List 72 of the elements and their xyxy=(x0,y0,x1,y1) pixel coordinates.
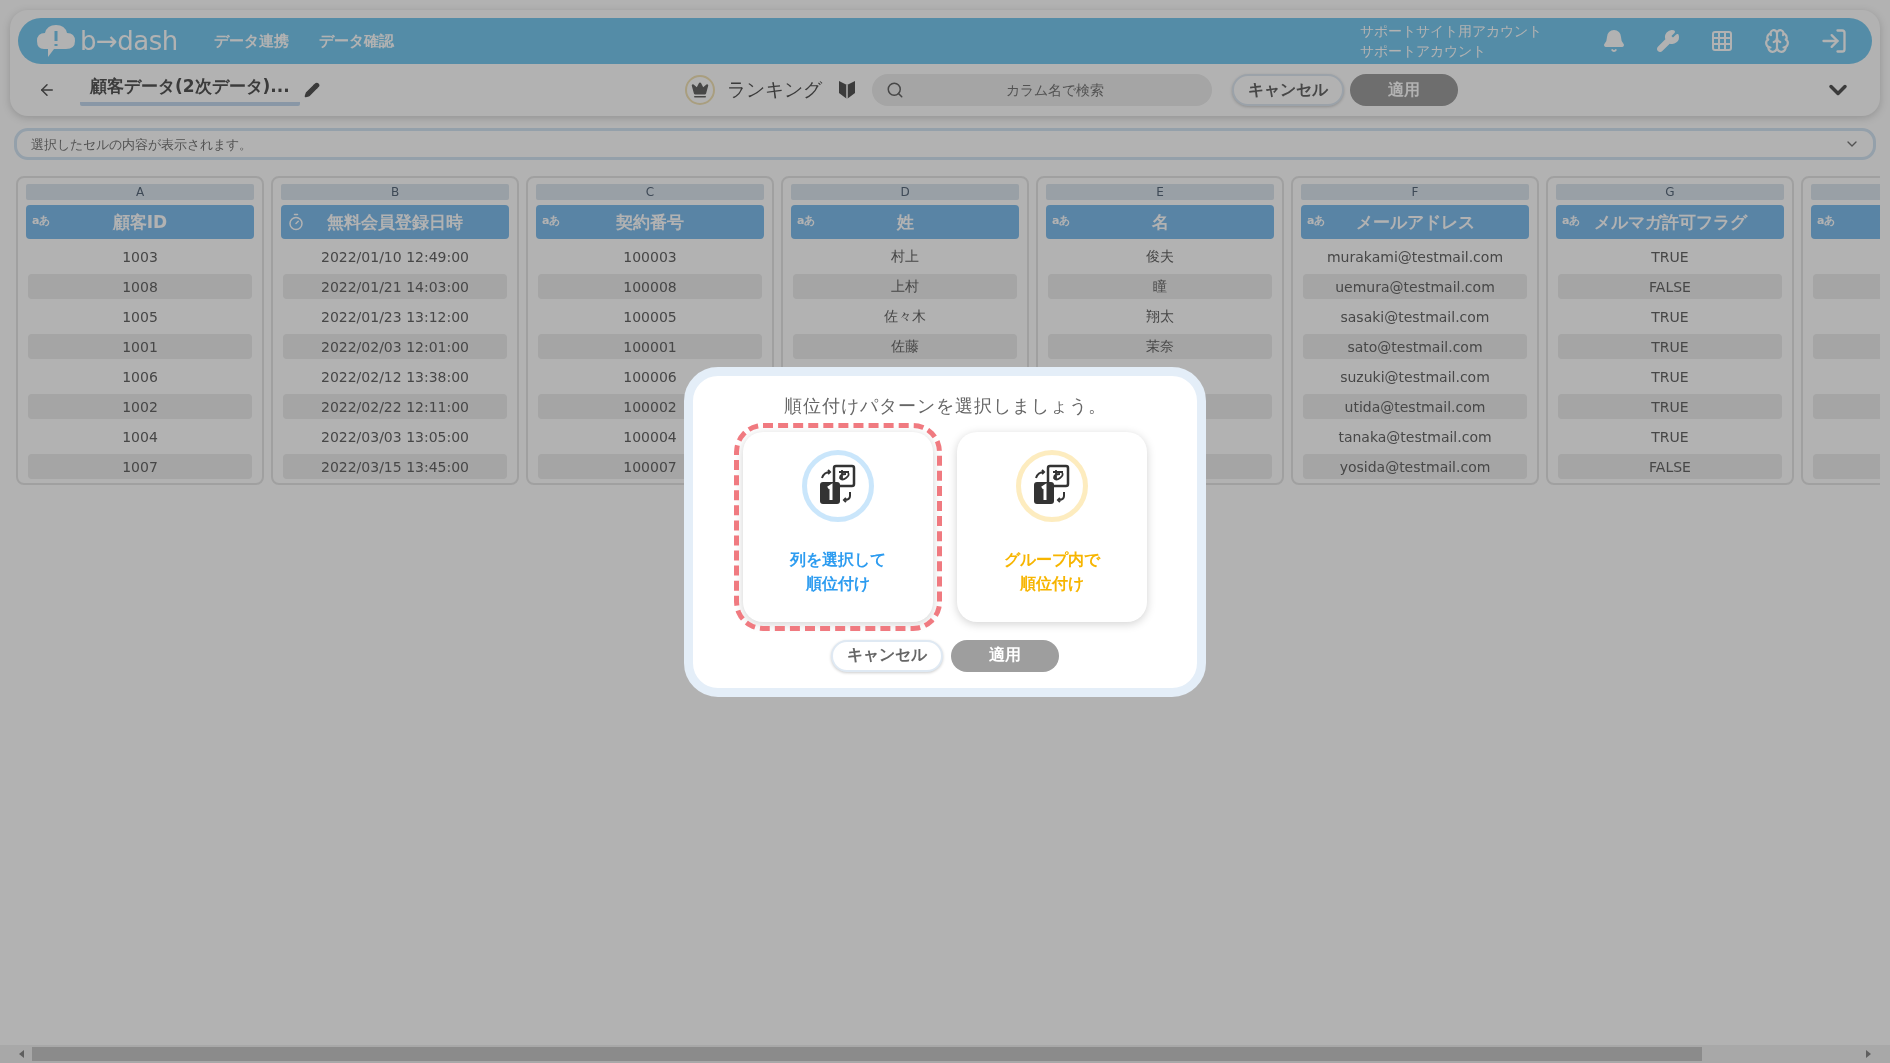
table-cell[interactable]: yosida@testmail.com xyxy=(1303,454,1527,479)
table-cell[interactable]: TRUE xyxy=(1558,424,1782,449)
type-label: aあ xyxy=(542,213,561,228)
table-cell[interactable]: 瞳 xyxy=(1048,274,1272,299)
option-label: 順位付け xyxy=(1020,572,1084,595)
table-cell[interactable]: suzuki@testmail.com xyxy=(1303,364,1527,389)
table-cell[interactable]: 村上 xyxy=(793,244,1017,269)
table-cell[interactable]: 1006 xyxy=(28,364,252,389)
table-cell[interactable]: 1002 xyxy=(28,394,252,419)
table-cell[interactable]: tanaka@testmail.com xyxy=(1303,424,1527,449)
table-cell[interactable]: 2022/02/22 12:11:00 xyxy=(283,394,507,419)
type-label: aあ xyxy=(32,213,51,228)
column-letter[interactable]: A xyxy=(26,184,254,200)
table-cell[interactable]: 100001 xyxy=(538,334,762,359)
table-cell[interactable]: 100008 xyxy=(538,274,762,299)
option-label: グループ内で xyxy=(1004,548,1100,571)
option-label: 列を選択して xyxy=(790,548,886,571)
table-cell[interactable]: utida@testmail.com xyxy=(1303,394,1527,419)
dialog-title: 順位付けパターンを選択しましょう。 xyxy=(783,393,1107,418)
type-label: aあ xyxy=(1307,213,1326,228)
option-label: 順位付け xyxy=(806,572,870,595)
type-label: aあ xyxy=(1052,213,1071,228)
account-name: サポートサイト用アカウント xyxy=(1360,22,1542,41)
table-cell[interactable]: 1003 xyxy=(28,244,252,269)
table-cell[interactable]: 1008 xyxy=(28,274,252,299)
column-letter[interactable]: G xyxy=(1556,184,1784,200)
table-cell[interactable]: 100005 xyxy=(538,304,762,329)
column-letter[interactable]: F xyxy=(1301,184,1529,200)
table-cell[interactable]: 1007 xyxy=(28,454,252,479)
account-name: サポートアカウント xyxy=(1360,42,1487,61)
table-cell[interactable]: 俊夫 xyxy=(1048,244,1272,269)
table-cell[interactable]: 佐藤 xyxy=(793,334,1017,359)
table-cell[interactable]: TRUE xyxy=(1558,394,1782,419)
table-cell[interactable]: 1004 xyxy=(28,424,252,449)
table-cell[interactable]: 2022/01/10 12:49:00 xyxy=(283,244,507,269)
column-letter[interactable]: E xyxy=(1046,184,1274,200)
mode-label: ランキング xyxy=(727,77,823,102)
table-cell[interactable]: FALSE xyxy=(1558,454,1782,479)
table-cell[interactable]: uemura@testmail.com xyxy=(1303,274,1527,299)
table-cell[interactable]: 1005 xyxy=(28,304,252,329)
table-cell[interactable]: TRUE xyxy=(1558,364,1782,389)
search-field[interactable]: カラム名で検索 xyxy=(872,74,1213,106)
dataset-title[interactable]: 顧客データ(2次データ)... xyxy=(80,74,300,106)
table-cell[interactable]: 2022/03/15 13:45:00 xyxy=(283,454,507,479)
column-letter[interactable]: C xyxy=(536,184,764,200)
table-cell[interactable]: 2022/01/23 13:12:00 xyxy=(283,304,507,329)
type-label: aあ xyxy=(1817,213,1836,228)
logo-text: b→dash xyxy=(80,26,178,56)
table-cell[interactable]: 上村 xyxy=(793,274,1017,299)
cell-content-field[interactable]: 選択したセルの内容が表示されます。 xyxy=(14,128,1876,160)
table-cell[interactable]: FALSE xyxy=(1558,274,1782,299)
table-cell[interactable]: 翔太 xyxy=(1048,304,1272,329)
table-cell[interactable]: TRUE xyxy=(1558,334,1782,359)
table-cell[interactable]: 茉奈 xyxy=(1048,334,1272,359)
table-cell[interactable]: 2022/02/12 13:38:00 xyxy=(283,364,507,389)
cancel-button[interactable]: キャンセル xyxy=(1232,74,1345,106)
table-cell[interactable]: 2022/03/03 13:05:00 xyxy=(283,424,507,449)
table-cell[interactable]: 2022/02/03 12:01:00 xyxy=(283,334,507,359)
type-label: aあ xyxy=(797,213,816,228)
cancel-button[interactable]: キャンセル xyxy=(831,639,943,672)
table-cell[interactable]: sasaki@testmail.com xyxy=(1303,304,1527,329)
table-cell[interactable]: 佐々木 xyxy=(793,304,1017,329)
column-letter[interactable]: D xyxy=(791,184,1019,200)
table-cell[interactable]: TRUE xyxy=(1558,244,1782,269)
table-cell[interactable]: 2022/01/21 14:03:00 xyxy=(283,274,507,299)
type-label: aあ xyxy=(1562,213,1581,228)
table-cell[interactable]: 1001 xyxy=(28,334,252,359)
table-cell[interactable]: TRUE xyxy=(1558,304,1782,329)
table-cell[interactable]: sato@testmail.com xyxy=(1303,334,1527,359)
table-cell[interactable]: 100003 xyxy=(538,244,762,269)
column-letter[interactable]: B xyxy=(281,184,509,200)
table-cell[interactable]: murakami@testmail.com xyxy=(1303,244,1527,269)
